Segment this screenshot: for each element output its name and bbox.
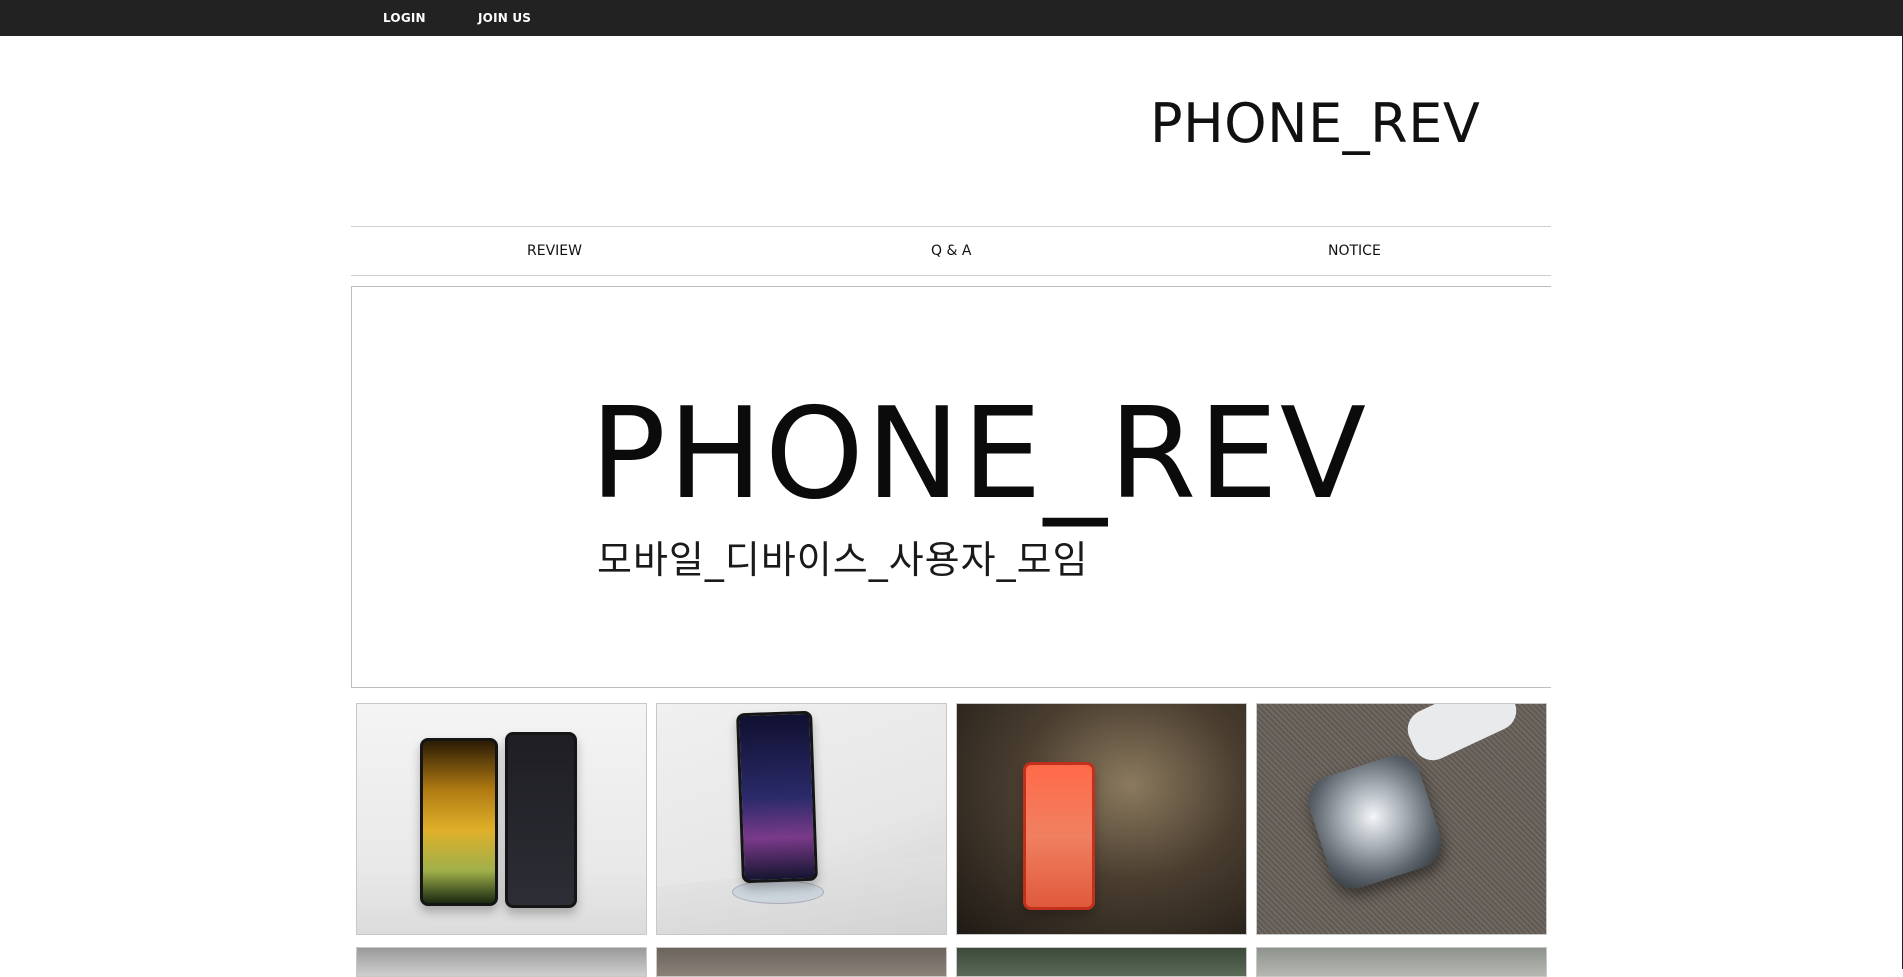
login-link[interactable]: LOGIN — [383, 11, 426, 25]
gallery-tile-smartwatch[interactable] — [1256, 703, 1547, 935]
banner-title: PHONE_REV — [590, 380, 1369, 527]
smartphone-image — [505, 732, 577, 908]
gallery-tile[interactable] — [956, 947, 1247, 977]
gallery-tile-lg-phone[interactable] — [656, 703, 947, 935]
banner-subtitle: 모바일_디바이스_사용자_모임 — [597, 538, 1089, 582]
join-us-link[interactable]: JOIN US — [478, 11, 531, 25]
display-stand-image — [732, 880, 824, 904]
site-title[interactable]: PHONE_REV — [1150, 92, 1480, 155]
smartphone-image — [736, 710, 818, 884]
watch-band-image — [1401, 704, 1523, 767]
gallery-tile-two-smartphones[interactable] — [356, 703, 647, 935]
smartwatch-image — [1301, 748, 1449, 896]
nav-item-qa[interactable]: Q & A — [931, 243, 971, 259]
smartphone-image — [1023, 762, 1095, 910]
main-nav: REVIEW Q & A NOTICE — [351, 226, 1551, 276]
gallery-tile-red-iphone[interactable] — [956, 703, 1247, 935]
smartphone-image — [420, 738, 498, 906]
nav-item-review[interactable]: REVIEW — [527, 243, 582, 259]
gallery-tile[interactable] — [656, 947, 947, 977]
gallery-tile[interactable] — [1256, 947, 1547, 977]
top-bar: LOGIN JOIN US — [0, 0, 1903, 36]
gallery-tile[interactable] — [356, 947, 647, 977]
nav-item-notice[interactable]: NOTICE — [1328, 243, 1381, 259]
hero-banner: PHONE_REV 모바일_디바이스_사용자_모임 — [351, 286, 1551, 688]
